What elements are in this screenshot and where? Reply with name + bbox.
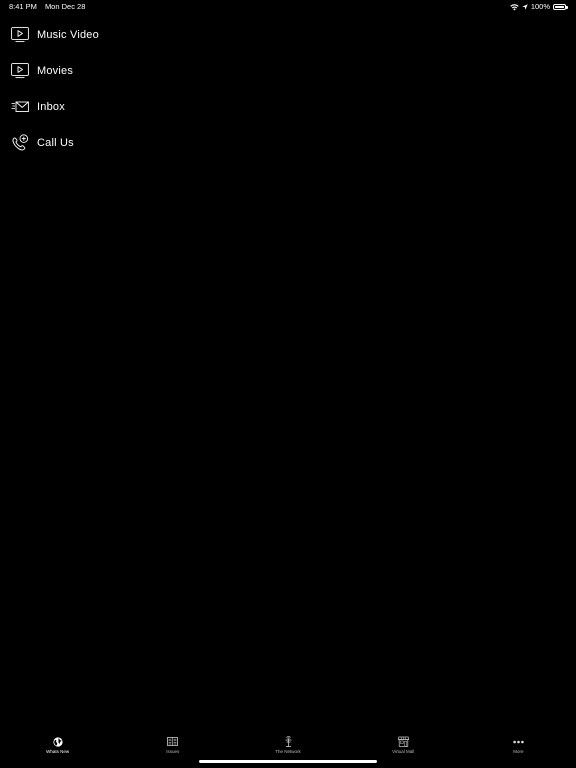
battery-icon — [553, 4, 568, 10]
location-arrow-icon — [522, 4, 528, 10]
tv-play-icon — [11, 62, 29, 80]
tab-the-network[interactable]: The Network — [230, 732, 345, 756]
menu-item-label: Movies — [37, 65, 74, 77]
status-right: 100% — [510, 0, 568, 14]
menu-item-music-video[interactable]: Music Video — [0, 17, 576, 53]
tv-play-icon — [11, 26, 29, 44]
envelope-fast-icon — [11, 98, 29, 116]
menu-item-movies[interactable]: Movies — [0, 53, 576, 89]
menu-item-label: Inbox — [37, 101, 65, 113]
status-left: 8:41 PM Mon Dec 28 — [9, 0, 85, 14]
tab-label: Issues — [166, 749, 180, 754]
menu-item-label: Call Us — [37, 137, 74, 149]
status-bar: 8:41 PM Mon Dec 28 100% — [0, 0, 576, 14]
tab-label: The Network — [275, 749, 301, 754]
home-indicator[interactable] — [199, 760, 377, 763]
battery-percent: 100% — [530, 2, 550, 11]
tab-whats-new[interactable]: Whats New — [0, 732, 115, 756]
menu-item-inbox[interactable]: Inbox — [0, 89, 576, 125]
tab-label: Whats New — [46, 749, 70, 754]
antenna-icon — [282, 736, 294, 747]
app-screen: 8:41 PM Mon Dec 28 100% Music Video Movi… — [0, 0, 576, 768]
tab-label: Virtual Mall — [392, 749, 415, 754]
battery-fill — [555, 6, 564, 8]
tab-bar: Whats New Issues The Network Virtual Mal… — [0, 732, 576, 756]
tab-virtual-mall[interactable]: Virtual Mall — [346, 732, 461, 756]
menu-item-call-us[interactable]: Call Us — [0, 125, 576, 161]
tab-issues[interactable]: Issues — [115, 732, 230, 756]
status-time: 8:41 PM — [9, 2, 37, 11]
storefront-icon — [397, 736, 409, 747]
menu-list: Music Video Movies Inbox Call Us — [0, 17, 576, 161]
tab-label: More — [513, 749, 524, 754]
menu-item-label: Music Video — [37, 29, 99, 41]
tab-more[interactable]: More — [461, 732, 576, 756]
wifi-icon — [510, 3, 519, 11]
globe-icon — [52, 736, 64, 747]
newspaper-icon — [167, 736, 179, 747]
phone-plus-icon — [11, 134, 29, 152]
status-date: Mon Dec 28 — [44, 2, 86, 11]
more-dots-icon — [512, 736, 524, 747]
